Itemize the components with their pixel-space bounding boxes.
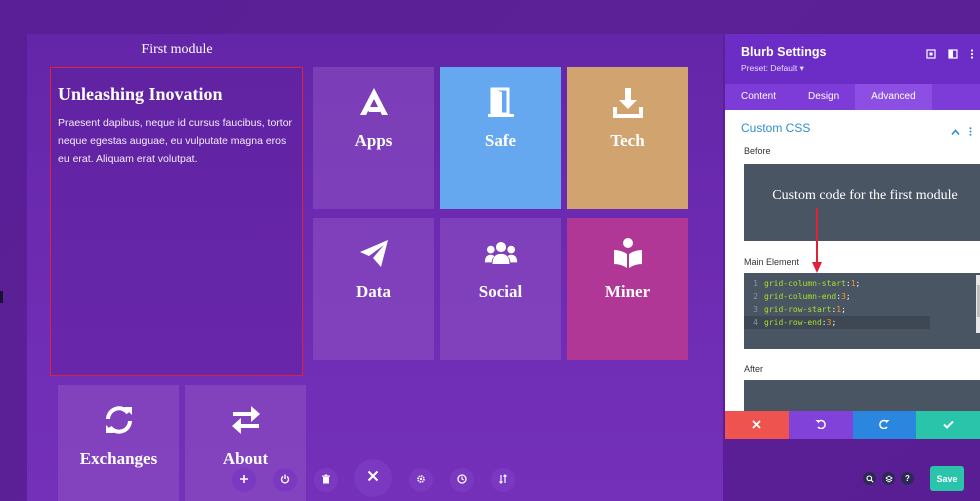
- section-title: Custom CSS: [741, 121, 811, 135]
- undo-button[interactable]: [788, 411, 853, 439]
- power-button[interactable]: [273, 468, 297, 492]
- tile-safe[interactable]: Safe: [440, 67, 561, 209]
- panel-tabs: Content Design Advanced: [725, 84, 980, 110]
- reader-icon: [611, 236, 645, 270]
- tile-exchanges[interactable]: Exchanges: [58, 385, 179, 501]
- panel-header: Blurb Settings Preset: Default ▾: [725, 34, 980, 84]
- panel-action-bar: [725, 411, 980, 439]
- expand-icon[interactable]: [926, 46, 936, 64]
- trash-icon: [321, 471, 331, 489]
- redo-icon: [879, 416, 890, 434]
- save-button[interactable]: Save: [930, 466, 964, 491]
- before-label: Before: [744, 146, 771, 156]
- tile-miner[interactable]: Miner: [567, 218, 688, 360]
- tile-label: Exchanges: [79, 449, 158, 468]
- tile-data[interactable]: Data: [313, 218, 434, 360]
- history-icon: [457, 471, 467, 489]
- discard-button[interactable]: [725, 411, 789, 439]
- check-icon: [942, 416, 954, 434]
- download-icon: [611, 85, 645, 119]
- door-icon: [484, 85, 518, 119]
- section-icons: [951, 123, 972, 141]
- tile-social[interactable]: Social: [440, 218, 561, 360]
- first-module-label: First module: [141, 42, 213, 57]
- module-heading: Unleashing Inovation: [58, 84, 223, 104]
- confirm-button[interactable]: [916, 411, 980, 439]
- gear-icon: [416, 471, 426, 489]
- add-icon: [239, 471, 249, 489]
- bottom-right-icons: ?: [863, 472, 914, 485]
- tile-label: Safe: [484, 131, 517, 150]
- edge-marker: [0, 291, 3, 303]
- search-icon[interactable]: [863, 472, 876, 485]
- tile-label: Miner: [604, 282, 651, 301]
- preset-dropdown[interactable]: Preset: Default ▾: [741, 63, 964, 74]
- tile-label: Apps: [354, 131, 393, 150]
- panel-header-icons: [926, 46, 974, 64]
- add-button[interactable]: [232, 468, 256, 492]
- builder-toolbar: [230, 459, 530, 499]
- delete-button[interactable]: [314, 468, 338, 492]
- tile-label: Tech: [610, 131, 645, 150]
- apps-logo-icon: [357, 85, 391, 119]
- tab-content[interactable]: Content: [725, 84, 792, 110]
- close-icon: [367, 469, 379, 487]
- section-more-icon[interactable]: [969, 123, 972, 141]
- tab-advanced[interactable]: Advanced: [855, 84, 932, 110]
- exchange-icon: [229, 403, 263, 437]
- close-icon: [752, 416, 762, 434]
- layers-icon[interactable]: [882, 472, 895, 485]
- tile-apps[interactable]: Apps: [313, 67, 434, 209]
- split-view-icon[interactable]: [948, 46, 958, 64]
- sort-icon: [498, 471, 508, 489]
- tile-label: Data: [356, 282, 391, 301]
- tab-design[interactable]: Design: [792, 84, 855, 110]
- undo-icon: [815, 416, 826, 434]
- more-options-icon[interactable]: [970, 46, 974, 64]
- paper-plane-icon: [357, 236, 391, 270]
- settings-button[interactable]: [409, 468, 433, 492]
- redo-button[interactable]: [852, 411, 917, 439]
- tile-tech[interactable]: Tech: [567, 67, 688, 209]
- module-body: Praesent dapibus, neque id cursus faucib…: [58, 117, 293, 165]
- power-icon: [280, 471, 290, 489]
- sync-icon: [102, 403, 136, 437]
- history-button[interactable]: [450, 468, 474, 492]
- chevron-up-icon[interactable]: [951, 123, 960, 141]
- close-button[interactable]: [354, 459, 392, 497]
- settings-panel: Blurb Settings Preset: Default ▾ Content…: [725, 34, 980, 439]
- sort-button[interactable]: [491, 468, 515, 492]
- help-icon[interactable]: ?: [901, 472, 914, 485]
- text-module[interactable]: Unleashing Inovation Praesent dapibus, n…: [50, 67, 303, 376]
- tile-label: Social: [478, 282, 523, 301]
- users-icon: [484, 236, 518, 270]
- builder-canvas: First module Unleashing Inovation Praese…: [27, 34, 723, 501]
- custom-css-section-header[interactable]: Custom CSS: [725, 110, 980, 146]
